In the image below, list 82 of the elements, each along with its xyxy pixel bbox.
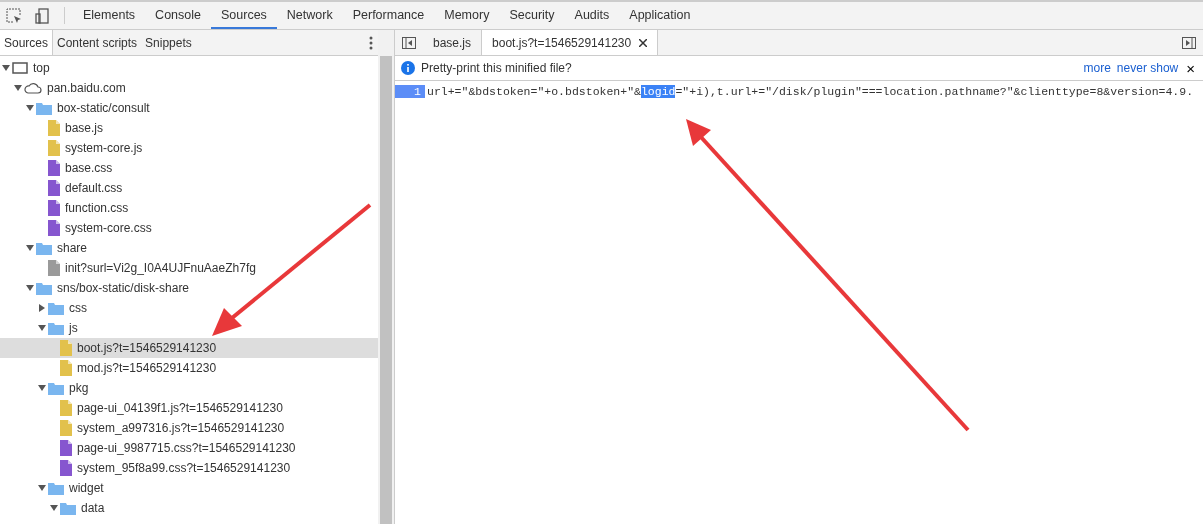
- tree-item[interactable]: base.css: [0, 158, 378, 178]
- tree-item[interactable]: sns/box-static/disk-share: [0, 278, 378, 298]
- tree-item[interactable]: init?surl=Vi2g_I0A4UJFnuAaeZh7fg: [0, 258, 378, 278]
- panel-tab[interactable]: Application: [619, 2, 701, 29]
- expanded-arrow-icon[interactable]: [2, 64, 10, 72]
- folder-icon: [36, 101, 52, 115]
- scrollbar[interactable]: [378, 30, 395, 524]
- expanded-arrow-icon[interactable]: [38, 324, 46, 332]
- expanded-arrow-icon[interactable]: [38, 384, 46, 392]
- panel-tab[interactable]: Network: [276, 2, 343, 29]
- expanded-arrow-icon[interactable]: [26, 284, 34, 292]
- tree-item[interactable]: system_95f8a99.css?t=1546529141230: [0, 458, 378, 478]
- file-tab[interactable]: base.js: [423, 30, 482, 55]
- collapsed-arrow-icon[interactable]: [38, 304, 46, 312]
- tree-item[interactable]: default.css: [0, 178, 378, 198]
- sidebar-toggle-icon[interactable]: [1182, 36, 1196, 49]
- tree-item[interactable]: system-core.css: [0, 218, 378, 238]
- tree-item[interactable]: data: [0, 498, 378, 518]
- folder-icon: [60, 501, 76, 515]
- folder-icon: [48, 481, 64, 495]
- tree-item[interactable]: mod.js?t=1546529141230: [0, 358, 378, 378]
- folder-icon: [48, 321, 64, 335]
- folder-icon: [48, 381, 64, 395]
- tree-item[interactable]: base.js: [0, 118, 378, 138]
- expanded-arrow-icon[interactable]: [50, 504, 58, 512]
- navigator-tab[interactable]: Content scripts: [53, 30, 142, 55]
- folder-icon: [36, 241, 52, 255]
- device-icon[interactable]: [35, 7, 49, 24]
- folder-icon: [48, 301, 64, 315]
- tree-item[interactable]: boot.js?t=1546529141230: [0, 338, 378, 358]
- panel-tab[interactable]: Memory: [434, 2, 500, 29]
- expanded-arrow-icon[interactable]: [38, 484, 46, 492]
- tree-item[interactable]: share: [0, 238, 378, 258]
- tree-item[interactable]: box-static/consult: [0, 98, 378, 118]
- tree-item[interactable]: system_a997316.js?t=1546529141230: [0, 418, 378, 438]
- expanded-arrow-icon[interactable]: [14, 84, 22, 92]
- file-icon: [48, 180, 60, 196]
- infobar-link[interactable]: never show: [1116, 61, 1179, 75]
- file-icon: [48, 200, 60, 216]
- cloud-icon: [24, 82, 42, 94]
- file-icon: [60, 460, 72, 476]
- file-icon: [48, 120, 60, 136]
- file-icon: [48, 220, 60, 236]
- navigator-tab[interactable]: Sources: [0, 30, 54, 55]
- tree-item[interactable]: page-ui_9987715.css?t=1546529141230: [0, 438, 378, 458]
- file-tab[interactable]: boot.js?t=1546529141230: [481, 30, 659, 55]
- inspect-icon[interactable]: [6, 7, 22, 24]
- file-icon: [60, 360, 72, 376]
- infobar-message: Pretty-print this minified file?: [421, 61, 572, 75]
- file-icon: [48, 160, 60, 176]
- panel-tab[interactable]: Audits: [564, 2, 620, 29]
- panel-tab[interactable]: Security: [499, 2, 565, 29]
- file-icon: [60, 340, 72, 356]
- tree-item[interactable]: function.css: [0, 198, 378, 218]
- panel-tab[interactable]: Elements: [73, 2, 146, 29]
- close-button[interactable]: ×: [1184, 59, 1197, 77]
- file-icon: [48, 260, 60, 276]
- file-icon: [60, 420, 72, 436]
- frame-icon: [12, 62, 28, 74]
- tree-item[interactable]: pkg: [0, 378, 378, 398]
- tree-item[interactable]: pan.baidu.com: [0, 78, 378, 98]
- sidebar-toggle-icon[interactable]: [402, 36, 416, 49]
- tree-item[interactable]: js: [0, 318, 378, 338]
- file-icon: [60, 440, 72, 456]
- tree-item[interactable]: widget: [0, 478, 378, 498]
- line-number: 1: [395, 84, 425, 98]
- folder-icon: [36, 281, 52, 295]
- file-icon: [48, 140, 60, 156]
- tree-item[interactable]: page-ui_04139f1.js?t=1546529141230: [0, 398, 378, 418]
- file-icon: [60, 400, 72, 416]
- navigator-tab[interactable]: Snippets: [141, 30, 196, 55]
- close-icon[interactable]: [639, 38, 648, 47]
- panel-tab[interactable]: Performance: [342, 2, 435, 29]
- tree-item[interactable]: css: [0, 298, 378, 318]
- tree-item[interactable]: system-core.js: [0, 138, 378, 158]
- more-icon[interactable]: [369, 35, 373, 50]
- infobar-link[interactable]: more: [1083, 61, 1111, 75]
- expanded-arrow-icon[interactable]: [26, 104, 34, 112]
- panel-tab[interactable]: Console: [145, 2, 211, 29]
- expanded-arrow-icon[interactable]: [26, 244, 34, 252]
- info-icon: [401, 61, 415, 75]
- tree-item[interactable]: top: [0, 58, 378, 78]
